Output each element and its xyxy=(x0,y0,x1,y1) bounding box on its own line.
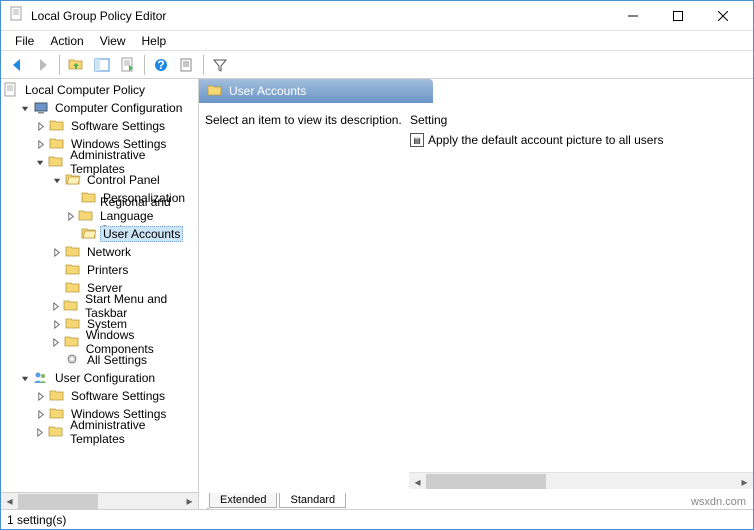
scroll-left-icon[interactable]: ◂ xyxy=(1,493,18,510)
tree-label: User Configuration xyxy=(52,370,158,386)
chevron-right-icon[interactable] xyxy=(35,426,46,438)
menu-action[interactable]: Action xyxy=(42,32,91,50)
folder-icon xyxy=(207,83,223,99)
statusbar: 1 setting(s) xyxy=(1,509,753,529)
tree-node-computer-config[interactable]: Computer Configuration xyxy=(19,99,196,117)
content-panel: User Accounts Select an item to view its… xyxy=(199,79,753,509)
tree-node-user-config[interactable]: User Configuration xyxy=(19,369,196,387)
status-text: 1 setting(s) xyxy=(7,513,66,527)
chevron-right-icon[interactable] xyxy=(51,318,63,330)
tree-node-root[interactable]: Local Computer Policy xyxy=(3,81,196,99)
toolbar: ? xyxy=(1,51,753,79)
svg-text:?: ? xyxy=(157,58,164,72)
scrollbar-thumb[interactable] xyxy=(426,474,546,489)
main-area: Local Computer Policy Computer Configura… xyxy=(1,79,753,509)
chevron-down-icon[interactable] xyxy=(51,174,63,186)
setting-label: Apply the default account picture to all… xyxy=(428,133,663,147)
tree-node-regional[interactable]: Regional and Language Options xyxy=(67,207,196,225)
chevron-right-icon[interactable] xyxy=(35,120,47,132)
tree-node-windows-components[interactable]: Windows Components xyxy=(51,333,196,351)
filter-button[interactable] xyxy=(208,53,232,77)
scrollbar-thumb[interactable] xyxy=(18,494,98,509)
back-button[interactable] xyxy=(5,53,29,77)
tree-panel: Local Computer Policy Computer Configura… xyxy=(1,79,199,509)
tree-label: Network xyxy=(84,244,134,260)
content-horizontal-scrollbar[interactable]: ◂ ▸ xyxy=(409,472,753,489)
forward-button[interactable] xyxy=(31,53,55,77)
properties-button[interactable] xyxy=(175,53,199,77)
tree-node-admin-templates[interactable]: Administrative Templates xyxy=(35,153,196,171)
chevron-right-icon[interactable] xyxy=(51,246,63,258)
tree-label: All Settings xyxy=(84,352,150,368)
tree-horizontal-scrollbar[interactable]: ◂ ▸ xyxy=(1,492,198,509)
tree-node-startmenu[interactable]: Start Menu and Taskbar xyxy=(51,297,196,315)
export-list-button[interactable] xyxy=(116,53,140,77)
tree-node-uc-software[interactable]: Software Settings xyxy=(35,387,196,405)
menu-file[interactable]: File xyxy=(7,32,42,50)
chevron-right-icon[interactable] xyxy=(67,210,76,222)
tree-node-uc-admin[interactable]: Administrative Templates xyxy=(35,423,196,441)
content-title: User Accounts xyxy=(229,84,306,98)
content-header: User Accounts xyxy=(199,79,433,103)
chevron-right-icon[interactable] xyxy=(35,408,47,420)
tree-label: Printers xyxy=(84,262,131,278)
tree-label: Software Settings xyxy=(68,118,168,134)
tree-label: Control Panel xyxy=(84,172,163,188)
scroll-right-icon[interactable]: ▸ xyxy=(181,493,198,510)
tree-label-selected: User Accounts xyxy=(100,226,183,242)
chevron-right-icon[interactable] xyxy=(51,300,61,312)
tree-view[interactable]: Local Computer Policy Computer Configura… xyxy=(1,79,198,492)
minimize-button[interactable] xyxy=(610,1,655,30)
close-button[interactable] xyxy=(700,1,745,30)
menu-help[interactable]: Help xyxy=(134,32,175,50)
tree-node-printers[interactable]: Printers xyxy=(51,261,196,279)
chevron-right-icon[interactable] xyxy=(35,390,47,402)
chevron-right-icon[interactable] xyxy=(35,138,47,150)
tab-standard[interactable]: Standard xyxy=(279,493,346,508)
menubar: File Action View Help xyxy=(1,31,753,51)
tree-label: Software Settings xyxy=(68,388,168,404)
watermark: wsxdn.com xyxy=(691,496,746,508)
scroll-right-icon[interactable]: ▸ xyxy=(736,473,753,490)
window-title: Local Group Policy Editor xyxy=(31,9,610,23)
tab-extended[interactable]: Extended xyxy=(209,493,277,508)
show-hide-tree-button[interactable] xyxy=(90,53,114,77)
titlebar: Local Group Policy Editor xyxy=(1,1,753,31)
setting-row[interactable]: ▤ Apply the default account picture to a… xyxy=(410,133,747,147)
description-prompt: Select an item to view its description. xyxy=(205,113,410,127)
app-icon xyxy=(9,6,25,25)
chevron-down-icon[interactable] xyxy=(19,372,31,384)
setting-icon: ▤ xyxy=(410,133,424,147)
scroll-left-icon[interactable]: ◂ xyxy=(409,473,426,490)
up-button[interactable] xyxy=(64,53,88,77)
tree-node-software-settings[interactable]: Software Settings xyxy=(35,117,196,135)
tree-label: Administrative Templates xyxy=(67,417,196,447)
content-tabs: Extended Standard xyxy=(199,489,753,509)
tree-label: Computer Configuration xyxy=(52,100,185,116)
help-button[interactable]: ? xyxy=(149,53,173,77)
tree-node-user-accounts[interactable]: User Accounts xyxy=(67,225,196,243)
maximize-button[interactable] xyxy=(655,1,700,30)
tree-node-network[interactable]: Network xyxy=(51,243,196,261)
chevron-down-icon[interactable] xyxy=(35,156,46,168)
tree-label: Local Computer Policy xyxy=(22,82,148,98)
menu-view[interactable]: View xyxy=(92,32,134,50)
chevron-down-icon[interactable] xyxy=(19,102,31,114)
chevron-right-icon[interactable] xyxy=(51,336,62,348)
column-header-setting[interactable]: Setting xyxy=(410,113,747,127)
